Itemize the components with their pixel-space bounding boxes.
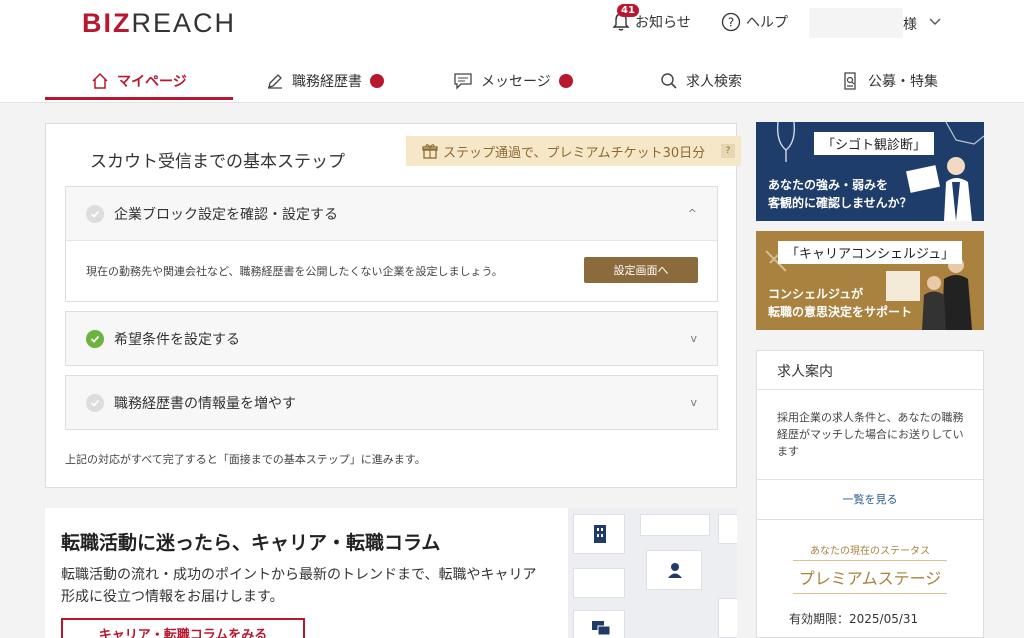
jobs-description: 採用企業の求人条件と、あなたの職務経歴がマッチした場合にお送りしています: [777, 411, 964, 458]
bell-icon: 41: [612, 4, 639, 32]
settings-page-button[interactable]: 設定画面へ: [584, 257, 698, 283]
user-icon: [668, 563, 682, 578]
check-circle-icon: [86, 204, 104, 223]
steps-title: スカウト受信までの基本ステップ: [90, 152, 345, 172]
site-header: BIZREACH 41 お知らせ ? ヘルプ 様 マイページ 職務経歴書 メッセ…: [0, 0, 1024, 103]
nav-item-features[interactable]: 公募・特集: [842, 58, 938, 103]
banner-text: コンシェルジュが 転職の意思決定をサポート: [768, 287, 913, 319]
nav-item-job-search[interactable]: 求人検索: [660, 58, 742, 103]
basic-steps-card: スカウト受信までの基本ステップ ステップ通過で、プレミアムチケット30日分 ? …: [45, 123, 741, 488]
gift-icon: [422, 144, 438, 159]
bizreach-logo[interactable]: BIZREACH: [82, 8, 236, 39]
nav-item-messages[interactable]: メッセージ: [453, 58, 573, 103]
member-status-card: あなたの現在のステータス プレミアムステージ 有効期限：2025/05/31: [756, 520, 984, 638]
active-tab-indicator: [45, 97, 233, 100]
step-body: 現在の勤務先や関連会社など、職務経歴書を公開したくない企業を設定しましょう。 設…: [66, 240, 717, 301]
step-header[interactable]: 希望条件を設定する v: [66, 312, 717, 365]
step-header[interactable]: 職務経歴書の情報量を増やす v: [66, 376, 717, 429]
chevron-down-icon[interactable]: [928, 14, 942, 28]
career-column-card: 転職活動に迷ったら、キャリア・転職コラム 転職活動の流れ・成功のポイントから最新…: [45, 508, 737, 638]
chevron-down-icon[interactable]: v: [690, 332, 697, 345]
nav-item-resume[interactable]: 職務経歴書: [266, 58, 384, 103]
status-stage: プレミアムステージ: [793, 560, 947, 594]
divider: [757, 479, 983, 480]
user-honorific: 様: [903, 17, 917, 33]
chat-tile: [573, 610, 625, 638]
column-title: 転職活動に迷ったら、キャリア・転職コラム: [61, 532, 441, 554]
step-header[interactable]: 企業ブロック設定を確認・設定する ^: [66, 187, 717, 240]
step-resume-info: 職務経歴書の情報量を増やす v: [65, 375, 718, 430]
step-preferences: 希望条件を設定する v: [65, 311, 718, 366]
check-circle-icon: [86, 393, 104, 412]
notification-count-badge: 41: [617, 4, 639, 17]
document-search-icon: [844, 71, 856, 90]
building-icon: [594, 525, 606, 543]
building-tile: [573, 514, 625, 554]
divider: [757, 389, 983, 390]
view-list-link[interactable]: 一覧を見る: [757, 491, 983, 507]
check-circle-icon: [86, 329, 104, 348]
svg-text:?: ?: [728, 16, 734, 30]
ribbon-help-icon[interactable]: ?: [721, 144, 735, 158]
chevron-down-icon[interactable]: v: [690, 396, 697, 409]
notifications-label: お知らせ: [635, 15, 691, 31]
column-illustration: [568, 508, 737, 638]
job-offers-card: 求人案内 採用企業の求人条件と、あなたの職務経歴がマッチした場合にお送りしていま…: [756, 350, 984, 520]
jobs-title: 求人案内: [777, 364, 833, 380]
notifications-link[interactable]: 41 お知らせ: [612, 4, 691, 32]
person-tile: [646, 550, 702, 590]
unread-dot: [558, 73, 573, 88]
premium-ticket-ribbon: ステップ通過で、プレミアムチケット30日分 ?: [406, 136, 741, 166]
chevron-up-icon[interactable]: ^: [688, 207, 697, 220]
career-concierge-banner[interactable]: 「キャリアコンシェルジュ」 コンシェルジュが 転職の意思決定をサポート: [756, 231, 984, 330]
banner-heading: 「シゴト観診断」: [814, 132, 935, 155]
status-expiry: 有効期限：2025/05/31: [789, 612, 919, 626]
career-column-button[interactable]: キャリア・転職コラムをみる: [61, 618, 305, 638]
status-label: あなたの現在のステータス: [810, 546, 930, 557]
pencil-icon: [268, 73, 282, 89]
help-label: ヘルプ: [746, 15, 788, 31]
help-link[interactable]: ? ヘルプ: [721, 12, 788, 32]
user-name-masked[interactable]: [809, 8, 903, 38]
unread-dot: [370, 73, 384, 88]
message-icon: [454, 72, 472, 90]
banner-heading: 「キャリアコンシェルジュ」: [778, 241, 963, 264]
career-diagnosis-banner[interactable]: 「シゴト観診断」 あなたの強み・弱みを 客観的に確認しませんか？: [756, 122, 984, 221]
help-icon: ?: [721, 12, 741, 32]
steps-note: 上記の対応がすべて完了すると「面接までの基本ステップ」に進みます。: [65, 453, 426, 466]
home-icon: [92, 72, 108, 89]
chat-icon: [592, 621, 611, 636]
column-description: 転職活動の流れ・成功のポイントから最新のトレンドまで、転職やキャリア形成に役立つ…: [61, 567, 537, 605]
banner-text: あなたの強み・弱みを 客観的に確認しませんか？: [768, 178, 912, 210]
step-company-block: 企業ブロック設定を確認・設定する ^ 現在の勤務先や関連会社など、職務経歴書を公…: [65, 186, 718, 302]
search-icon: [661, 72, 677, 89]
